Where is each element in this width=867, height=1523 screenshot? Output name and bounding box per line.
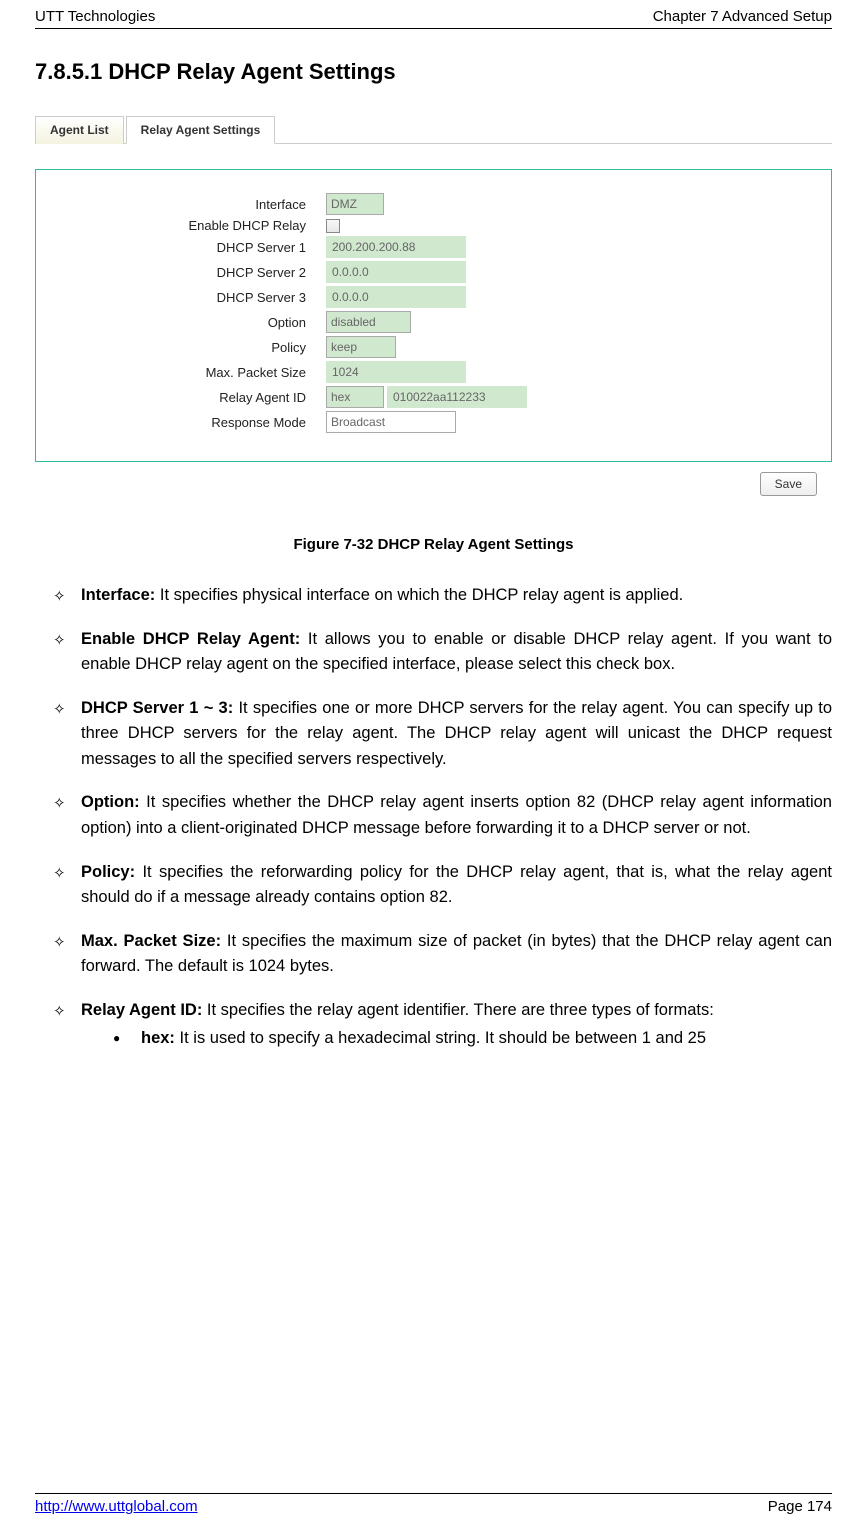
dhcp-server-2-input[interactable] xyxy=(326,261,466,283)
def-interface: Interface: It specifies physical interfa… xyxy=(53,583,832,609)
page-footer: http://www.uttglobal.com Page 174 xyxy=(35,1493,832,1515)
def-max-packet-size: Max. Packet Size: It specifies the maxim… xyxy=(53,929,832,980)
section-heading: 7.8.5.1 DHCP Relay Agent Settings xyxy=(35,59,832,85)
figure-caption: Figure 7-32 DHCP Relay Agent Settings xyxy=(35,536,832,553)
tab-agent-list[interactable]: Agent List xyxy=(35,116,124,144)
tab-relay-agent-settings[interactable]: Relay Agent Settings xyxy=(126,116,276,144)
dhcp-server-2-label: DHCP Server 2 xyxy=(36,265,326,280)
relay-agent-id-input[interactable] xyxy=(387,386,527,408)
footer-url[interactable]: http://www.uttglobal.com xyxy=(35,1498,198,1515)
def-dhcp-server: DHCP Server 1 ~ 3: It specifies one or m… xyxy=(53,696,832,773)
footer-page-number: Page 174 xyxy=(768,1498,832,1515)
relay-agent-id-label: Relay Agent ID xyxy=(36,390,326,405)
save-button[interactable]: Save xyxy=(760,472,817,496)
tab-bar: Agent List Relay Agent Settings xyxy=(35,115,832,144)
enable-dhcp-relay-label: Enable DHCP Relay xyxy=(36,218,326,233)
def-enable-dhcp-relay-agent: Enable DHCP Relay Agent: It allows you t… xyxy=(53,627,832,678)
policy-select[interactable]: keep xyxy=(326,336,396,358)
dhcp-server-1-label: DHCP Server 1 xyxy=(36,240,326,255)
def-policy: Policy: It specifies the reforwarding po… xyxy=(53,860,832,911)
option-select[interactable]: disabled xyxy=(326,311,411,333)
settings-panel: Interface DMZ Enable DHCP Relay DHCP Ser… xyxy=(35,169,832,462)
dhcp-server-3-label: DHCP Server 3 xyxy=(36,290,326,305)
interface-select[interactable]: DMZ xyxy=(326,193,384,215)
def-hex: hex: It is used to specify a hexadecimal… xyxy=(113,1026,832,1052)
interface-label: Interface xyxy=(36,197,326,212)
relay-agent-id-type-select[interactable]: hex xyxy=(326,386,384,408)
header-chapter: Chapter 7 Advanced Setup xyxy=(653,8,832,25)
dhcp-server-3-input[interactable] xyxy=(326,286,466,308)
response-mode-select[interactable]: Broadcast xyxy=(326,411,456,433)
policy-label: Policy xyxy=(36,340,326,355)
max-packet-size-label: Max. Packet Size xyxy=(36,365,326,380)
definition-list: Interface: It specifies physical interfa… xyxy=(35,583,832,1052)
max-packet-size-input[interactable] xyxy=(326,361,466,383)
enable-dhcp-relay-checkbox[interactable] xyxy=(326,219,340,233)
def-option: Option: It specifies whether the DHCP re… xyxy=(53,790,832,841)
header-company: UTT Technologies xyxy=(35,8,155,25)
settings-ui-figure: Agent List Relay Agent Settings Interfac… xyxy=(35,115,832,496)
def-relay-agent-id: Relay Agent ID: It specifies the relay a… xyxy=(53,998,832,1052)
option-label: Option xyxy=(36,315,326,330)
page-header: UTT Technologies Chapter 7 Advanced Setu… xyxy=(35,0,832,29)
response-mode-label: Response Mode xyxy=(36,415,326,430)
dhcp-server-1-input[interactable] xyxy=(326,236,466,258)
